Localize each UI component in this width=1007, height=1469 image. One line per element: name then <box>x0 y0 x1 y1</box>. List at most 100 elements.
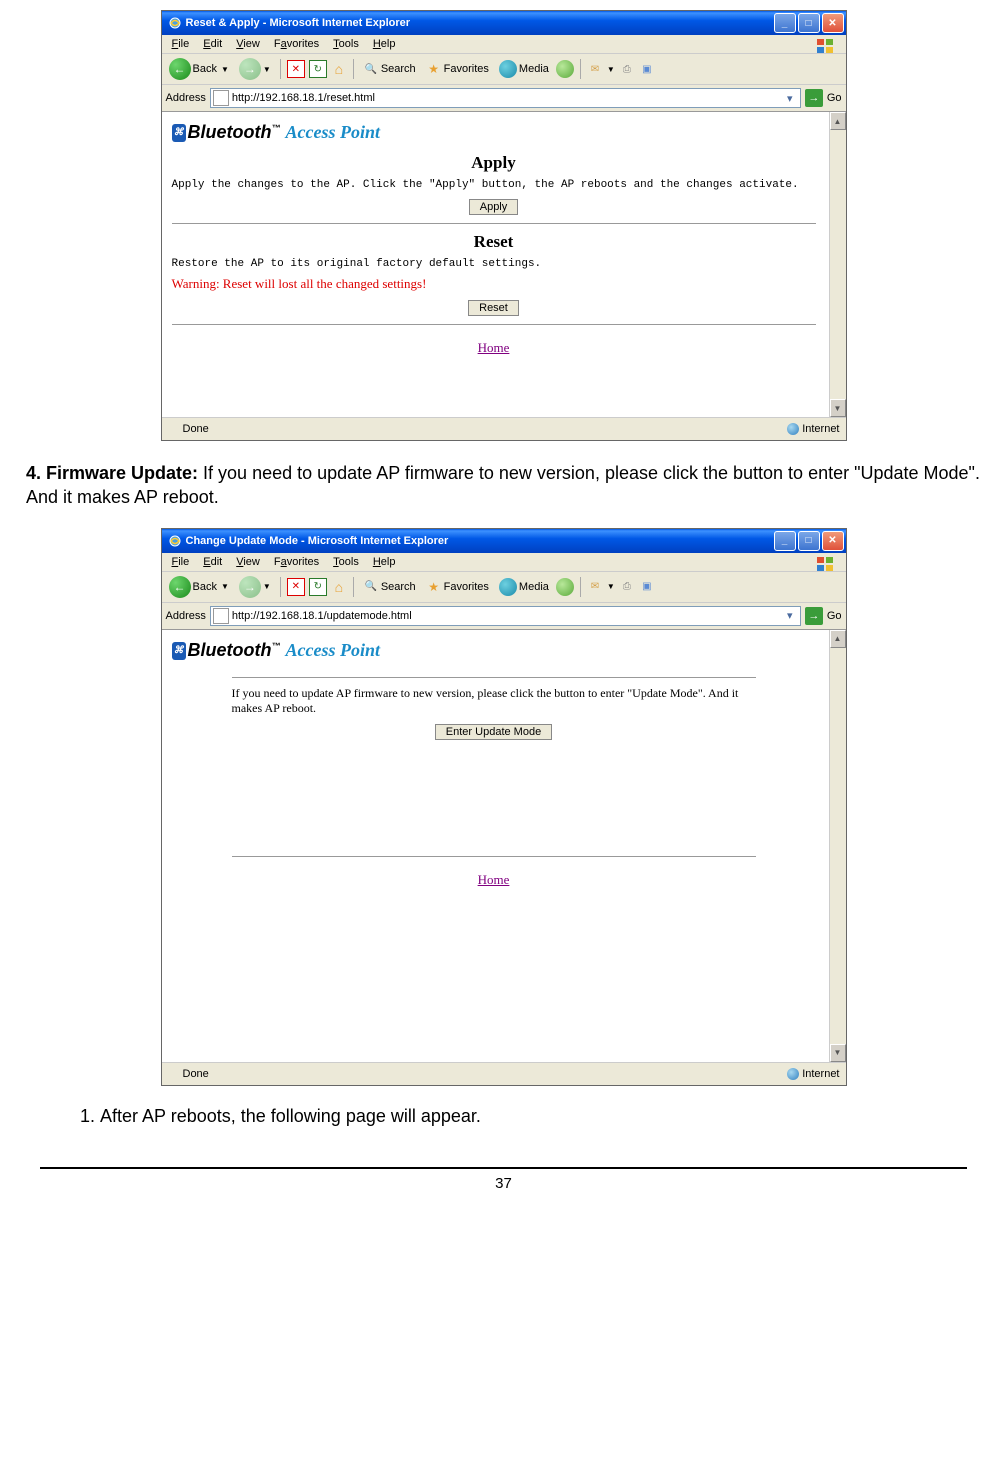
home-link[interactable]: Home <box>478 340 510 355</box>
address-dropdown-icon[interactable]: ▾ <box>782 92 798 105</box>
address-input[interactable]: http://192.168.18.1/updatemode.html ▾ <box>210 606 801 626</box>
minimize-button[interactable]: _ <box>774 531 796 551</box>
page-content: ▲ ▼ ⌘Bluetooth™ Access Point If you need… <box>162 630 846 1062</box>
windows-logo-icon <box>810 554 842 574</box>
address-bar: Address http://192.168.18.1/updatemode.h… <box>162 603 846 630</box>
address-input[interactable]: http://192.168.18.1/reset.html ▾ <box>210 88 801 108</box>
page-number: 37 <box>495 1175 512 1192</box>
media-button[interactable]: Media <box>496 577 552 597</box>
reset-heading: Reset <box>172 232 816 252</box>
titlebar[interactable]: Reset & Apply - Microsoft Internet Explo… <box>162 11 846 35</box>
zone-text: Internet <box>802 423 839 435</box>
close-button[interactable]: ✕ <box>822 531 844 551</box>
titlebar[interactable]: Change Update Mode - Microsoft Internet … <box>162 529 846 553</box>
stop-icon[interactable]: ✕ <box>287 60 305 78</box>
step-1: After AP reboots, the following page wil… <box>100 1106 967 1127</box>
bluetooth-logo: ⌘Bluetooth™ Access Point <box>172 118 816 151</box>
home-icon[interactable]: ⌂ <box>331 579 347 595</box>
apply-text: Apply the changes to the AP. Click the "… <box>172 179 816 191</box>
menu-file[interactable]: File <box>166 555 196 569</box>
status-text: Done <box>183 423 209 435</box>
firmware-update-paragraph: 4. Firmware Update: If you need to updat… <box>26 461 981 510</box>
page-icon <box>213 608 229 624</box>
scroll-up-icon[interactable]: ▲ <box>830 112 846 130</box>
internet-zone-icon <box>787 1068 799 1080</box>
mail-icon[interactable]: ✉ <box>587 61 603 77</box>
done-icon <box>168 423 180 435</box>
menu-view[interactable]: View <box>230 37 266 51</box>
scrollbar[interactable]: ▲ ▼ <box>829 630 846 1062</box>
reset-text: Restore the AP to its original factory d… <box>172 258 816 270</box>
refresh-icon[interactable]: ↻ <box>309 578 327 596</box>
divider <box>172 324 816 325</box>
favorites-button[interactable]: ★Favorites <box>423 578 492 596</box>
messenger-icon[interactable]: ▣ <box>639 61 655 77</box>
scrollbar[interactable]: ▲ ▼ <box>829 112 846 417</box>
go-label: Go <box>827 92 842 104</box>
divider <box>172 223 816 224</box>
divider <box>232 856 756 857</box>
page-footer: 37 <box>40 1167 967 1198</box>
menu-view[interactable]: View <box>230 555 266 569</box>
reset-button[interactable]: Reset <box>468 300 519 316</box>
bluetooth-rune-icon: ⌘ <box>172 124 186 142</box>
search-button[interactable]: 🔍Search <box>360 578 419 596</box>
home-link[interactable]: Home <box>478 872 510 887</box>
step-list: After AP reboots, the following page wil… <box>60 1106 967 1127</box>
menubar: File Edit View Favorites Tools Help <box>162 35 846 54</box>
search-button[interactable]: 🔍Search <box>360 60 419 78</box>
menu-edit[interactable]: Edit <box>197 555 228 569</box>
maximize-button[interactable]: □ <box>798 13 820 33</box>
apply-heading: Apply <box>172 153 816 173</box>
history-icon[interactable] <box>556 60 574 78</box>
menu-help[interactable]: Help <box>367 37 402 51</box>
address-url: http://192.168.18.1/reset.html <box>232 92 782 104</box>
menu-favorites[interactable]: Favorites <box>268 37 325 51</box>
menu-favorites[interactable]: Favorites <box>268 555 325 569</box>
close-button[interactable]: ✕ <box>822 13 844 33</box>
stop-icon[interactable]: ✕ <box>287 578 305 596</box>
scroll-down-icon[interactable]: ▼ <box>830 399 846 417</box>
menu-tools[interactable]: Tools <box>327 555 365 569</box>
refresh-icon[interactable]: ↻ <box>309 60 327 78</box>
address-label: Address <box>166 610 206 622</box>
print-icon[interactable]: ⎙ <box>619 579 635 595</box>
address-bar: Address http://192.168.18.1/reset.html ▾… <box>162 85 846 112</box>
go-button[interactable]: → <box>805 607 823 625</box>
address-dropdown-icon[interactable]: ▾ <box>782 609 798 622</box>
menu-tools[interactable]: Tools <box>327 37 365 51</box>
menu-edit[interactable]: Edit <box>197 37 228 51</box>
internet-zone-icon <box>787 423 799 435</box>
media-button[interactable]: Media <box>496 59 552 79</box>
favorites-button[interactable]: ★Favorites <box>423 60 492 78</box>
enter-update-mode-button[interactable]: Enter Update Mode <box>435 724 552 740</box>
scroll-up-icon[interactable]: ▲ <box>830 630 846 648</box>
scroll-down-icon[interactable]: ▼ <box>830 1044 846 1062</box>
messenger-icon[interactable]: ▣ <box>639 579 655 595</box>
toolbar: ←Back▼ →▼ ✕ ↻ ⌂ 🔍Search ★Favorites Media… <box>162 54 846 85</box>
back-button[interactable]: ←Back▼ <box>166 57 232 81</box>
zone-text: Internet <box>802 1068 839 1080</box>
window-title: Reset & Apply - Microsoft Internet Explo… <box>186 17 774 29</box>
mail-icon[interactable]: ✉ <box>587 579 603 595</box>
firmware-update-heading: 4. Firmware Update: <box>26 463 198 483</box>
menubar: File Edit View Favorites Tools Help <box>162 553 846 572</box>
page-icon <box>213 90 229 106</box>
forward-button[interactable]: →▼ <box>236 57 274 81</box>
update-mode-text: If you need to update AP firmware to new… <box>232 686 756 716</box>
minimize-button[interactable]: _ <box>774 13 796 33</box>
window-title: Change Update Mode - Microsoft Internet … <box>186 535 774 547</box>
maximize-button[interactable]: □ <box>798 531 820 551</box>
forward-button[interactable]: →▼ <box>236 575 274 599</box>
back-button[interactable]: ←Back▼ <box>166 575 232 599</box>
status-text: Done <box>183 1068 209 1080</box>
menu-file[interactable]: File <box>166 37 196 51</box>
print-icon[interactable]: ⎙ <box>619 61 635 77</box>
apply-button[interactable]: Apply <box>469 199 519 215</box>
menu-help[interactable]: Help <box>367 555 402 569</box>
status-bar: Done Internet <box>162 417 846 440</box>
media-icon <box>499 60 517 78</box>
go-button[interactable]: → <box>805 89 823 107</box>
history-icon[interactable] <box>556 578 574 596</box>
home-icon[interactable]: ⌂ <box>331 61 347 77</box>
